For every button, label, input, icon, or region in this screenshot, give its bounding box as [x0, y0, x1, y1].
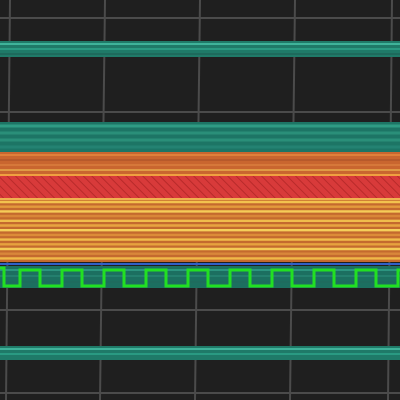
- inner-wall-band: [0, 122, 400, 152]
- top-solid-infill-band: [0, 200, 400, 262]
- inner-wall-top: [0, 41, 400, 57]
- gcode-preview-viewport[interactable]: [0, 0, 400, 400]
- preview-canvas[interactable]: [0, 0, 400, 400]
- solid-infill-band: [0, 174, 400, 200]
- outer-wall-band: [0, 152, 400, 174]
- inner-wall-bottom: [0, 346, 400, 360]
